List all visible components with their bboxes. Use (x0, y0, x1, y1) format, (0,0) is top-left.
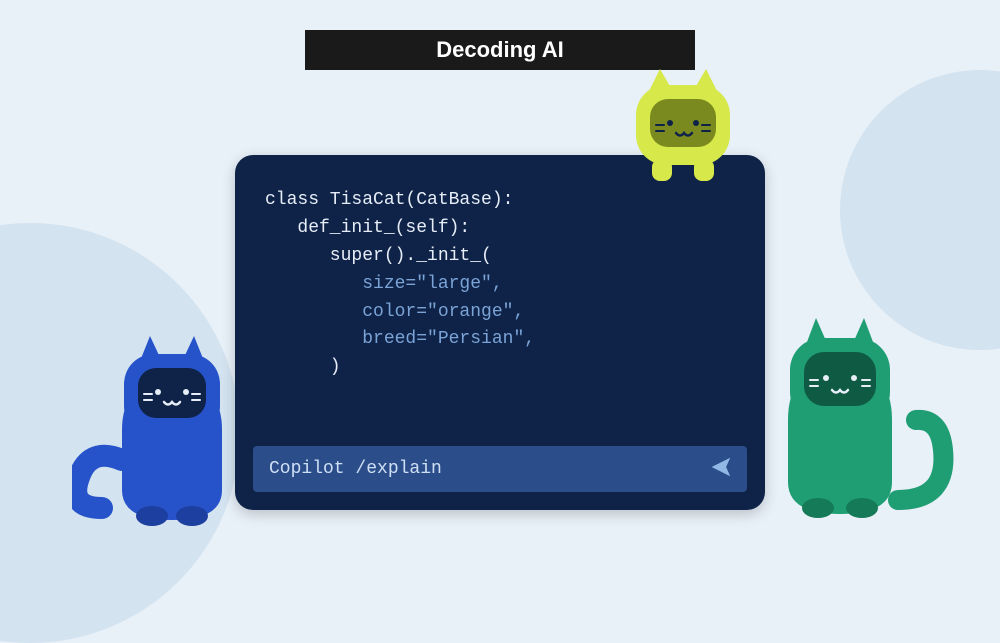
title-bar: Decoding AI (305, 30, 695, 70)
code-block: class TisaCat(CatBase): def_init_(self):… (265, 187, 735, 382)
code-line-7: ) (265, 357, 341, 377)
copilot-prompt: Copilot /explain (269, 459, 442, 479)
send-icon[interactable] (711, 457, 731, 482)
code-line-3: super()._init_( (265, 246, 492, 266)
cat-mascot-blue (72, 320, 272, 530)
page-title: Decoding AI (436, 37, 564, 63)
code-line-1: class TisaCat(CatBase): (265, 190, 513, 210)
code-line-2: def_init_(self): (265, 218, 470, 238)
cat-mascot-yellow (608, 65, 758, 195)
code-line-5: color="orange", (265, 302, 524, 322)
code-panel: class TisaCat(CatBase): def_init_(self):… (235, 155, 765, 510)
code-line-4: size="large", (265, 274, 503, 294)
cat-mascot-green (748, 300, 958, 530)
code-line-6: breed="Persian", (265, 329, 535, 349)
copilot-input[interactable]: Copilot /explain (253, 446, 747, 492)
